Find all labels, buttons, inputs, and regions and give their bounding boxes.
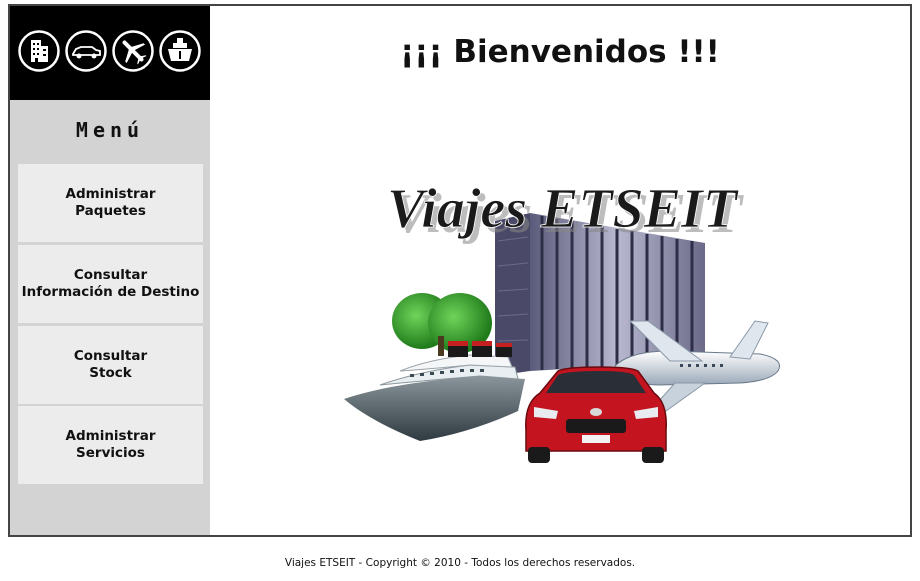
car-graphic [525,366,667,463]
ship-icon [159,30,201,72]
consultar-stock-button[interactable]: Consultar Stock [18,326,203,404]
airplane-icon [112,30,154,72]
menu-title: Menú [75,118,145,142]
hero-logo-text: Viajes ETSEIT [387,178,740,240]
logo-bar [10,6,210,100]
administrar-paquetes-button[interactable]: Administrar Paquetes [18,164,203,242]
hero-logo: Viajes ETSEIT Viajes ETSEIT [387,178,745,245]
ship-graphic [344,341,525,441]
administrar-servicios-button[interactable]: Administrar Servicios [18,406,203,484]
car-icon [65,30,107,72]
main-content: ¡¡¡ Bienvenidos !!! Viajes ETSEIT Viajes… [210,6,910,535]
footer-copyright: Viajes ETSEIT - Copyright © 2010 - Todos… [284,557,636,569]
welcome-heading: ¡¡¡ Bienvenidos !!! [400,34,720,70]
building-icon [18,30,60,72]
hero-illustration: Viajes ETSEIT Viajes ETSEIT [344,178,780,463]
sidebar: Menú Administrar Paquetes Consultar Info… [10,6,210,535]
consultar-informacion-destino-button[interactable]: Consultar Información de Destino [18,245,203,323]
page-frame: Menú Administrar Paquetes Consultar Info… [8,4,912,537]
